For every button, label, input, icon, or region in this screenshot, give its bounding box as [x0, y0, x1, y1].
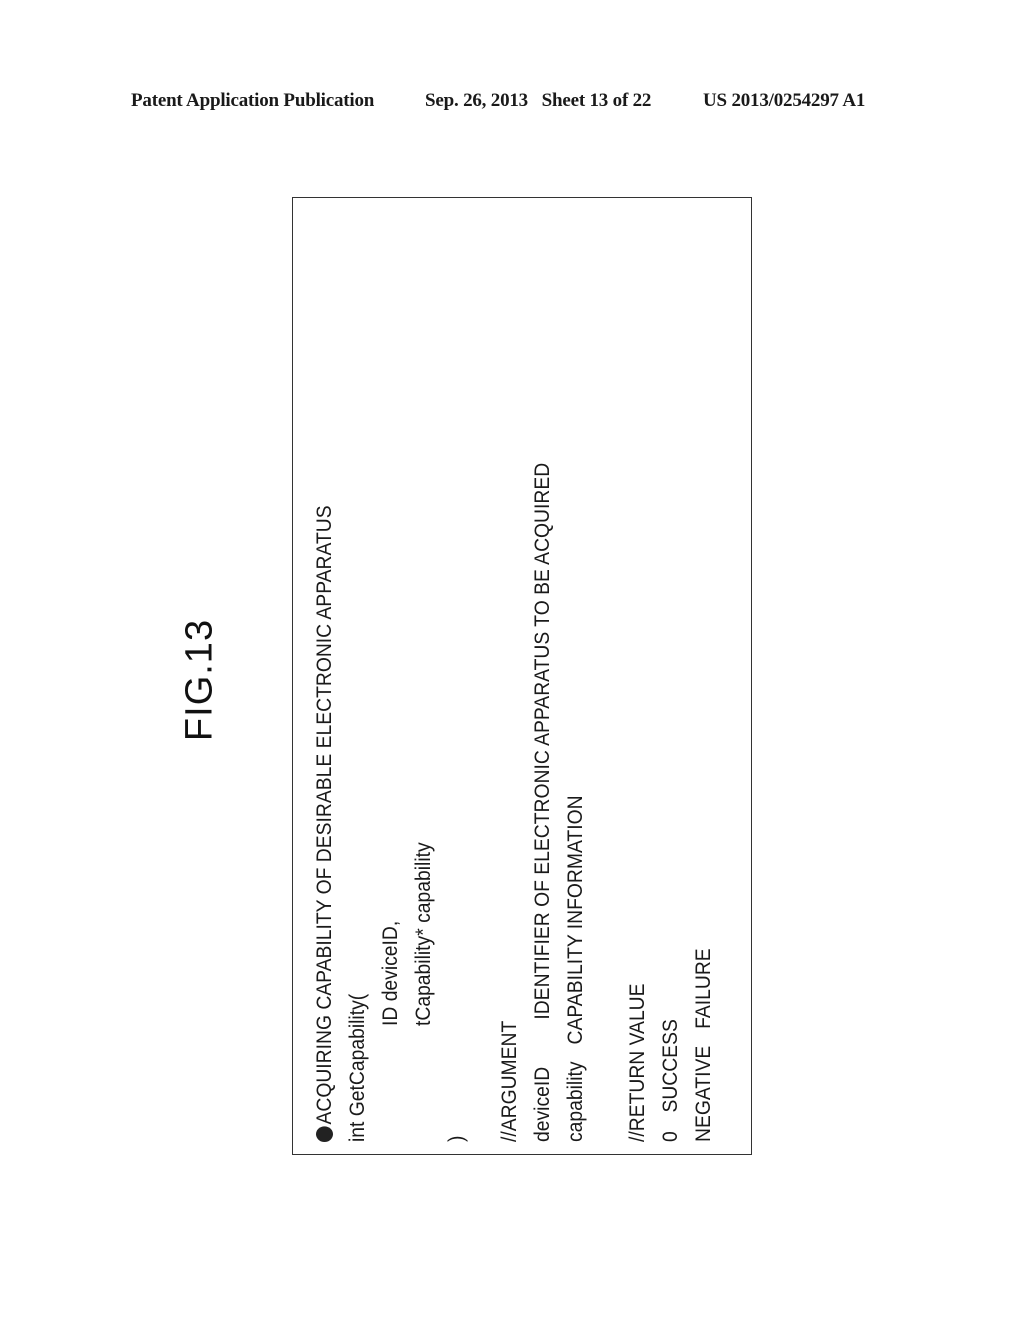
argument-description: IDENTIFIER OF ELECTRONIC APPARATUS TO BE…: [531, 462, 554, 1020]
argument-row: capability CAPABILITY INFORMATION: [564, 795, 588, 1142]
argument-description: CAPABILITY INFORMATION: [564, 795, 587, 1045]
sheet-number: Sheet 13 of 22: [541, 90, 652, 111]
argument-row: deviceID IDENTIFIER OF ELECTRONIC APPARAT…: [531, 463, 555, 1142]
page-header: Patent Application Publication Sep. 26, …: [0, 88, 1024, 118]
function-signature: int GetCapability(: [346, 993, 369, 1142]
argument-name: deviceID: [531, 1066, 554, 1142]
code-box: ACQUIRING CAPABILITY OF DESIRABLE ELECTR…: [292, 197, 752, 1155]
argument-heading: //ARGUMENT: [498, 1020, 521, 1142]
figure-label-area: FIG.13: [170, 600, 230, 760]
param-device-id: ID deviceID,: [379, 920, 402, 1026]
return-value-heading: //RETURN VALUE: [626, 983, 649, 1142]
publication-date-sheet: Sep. 26, 2013 Sheet 13 of 22: [425, 90, 651, 112]
return-value: NEGATIVE: [692, 1045, 715, 1142]
return-value: 0: [659, 1131, 682, 1142]
argument-name: capability: [564, 1061, 587, 1142]
closing-paren: ): [445, 1135, 468, 1142]
return-meaning: FAILURE: [692, 948, 715, 1029]
bullet-circle-icon: [316, 1126, 333, 1142]
return-meaning: SUCCESS: [659, 1019, 682, 1113]
publication-type: Patent Application Publication: [131, 90, 375, 111]
return-value-row: 0 SUCCESS: [659, 1019, 683, 1142]
code-title-line: ACQUIRING CAPABILITY OF DESIRABLE ELECTR…: [313, 505, 337, 1142]
publication-date: Sep. 26, 2013: [425, 90, 528, 111]
return-value-row: NEGATIVE FAILURE: [692, 948, 716, 1142]
publication-number: US 2013/0254297 A1: [703, 90, 866, 111]
code-box-content: ACQUIRING CAPABILITY OF DESIRABLE ELECTR…: [293, 198, 753, 1156]
figure-label: FIG.13: [178, 618, 221, 742]
code-title: ACQUIRING CAPABILITY OF DESIRABLE ELECTR…: [313, 505, 336, 1125]
param-capability: tCapability* capability: [412, 842, 435, 1026]
